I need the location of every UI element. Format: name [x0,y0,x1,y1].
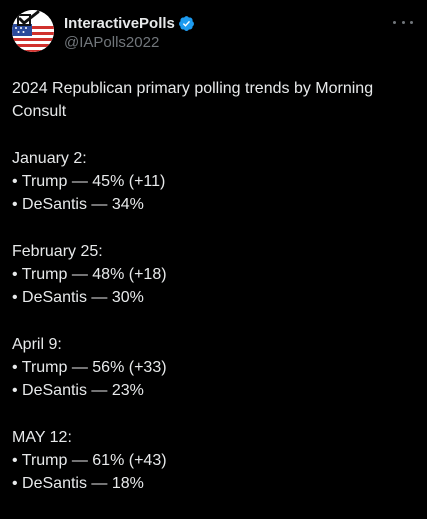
tweet-text: 2024 Republican primary polling trends b… [12,77,412,519]
ellipsis-dot [393,20,396,24]
poll-date: February 25: [12,243,103,260]
poll-block: February 25: • Trump — 48% (+18) • DeSan… [12,240,412,309]
display-name-row: InteractivePolls [64,13,195,33]
poll-line: • DeSantis — 23% [12,382,144,399]
display-name[interactable]: InteractivePolls [64,15,175,32]
poll-block: April 9: • Trump — 56% (+33) • DeSantis … [12,333,412,402]
tweet-intro: 2024 Republican primary polling trends b… [12,80,374,120]
poll-block: January 2: • Trump — 45% (+11) • DeSanti… [12,147,412,216]
ellipsis-icon[interactable] [393,14,413,30]
ellipsis-dot [410,20,413,24]
poll-line: • DeSantis — 30% [12,289,144,306]
ellipsis-dot [401,20,405,24]
poll-date: January 2: [12,150,87,167]
american-flag-checkmark-icon [12,10,54,52]
handle[interactable]: @IAPolls2022 [64,34,195,51]
poll-date: MAY 12: [12,429,72,446]
poll-line: • Trump — 48% (+18) [12,266,167,283]
poll-line: • DeSantis — 34% [12,196,144,213]
verified-badge-icon [178,15,194,31]
avatar[interactable] [12,10,54,52]
poll-line: • DeSantis — 18% [12,475,144,492]
poll-date: April 9: [12,336,62,353]
poll-line: • Trump — 61% (+43) [12,452,167,469]
tweet: InteractivePolls @IAPolls2022 2024 Repub… [0,0,427,500]
poll-line: • Trump — 45% (+11) [12,173,166,190]
poll-block: MAY 12: • Trump — 61% (+43) • DeSantis —… [12,426,412,495]
author-header: InteractivePolls @IAPolls2022 [64,13,195,51]
poll-line: • Trump — 56% (+33) [12,359,167,376]
